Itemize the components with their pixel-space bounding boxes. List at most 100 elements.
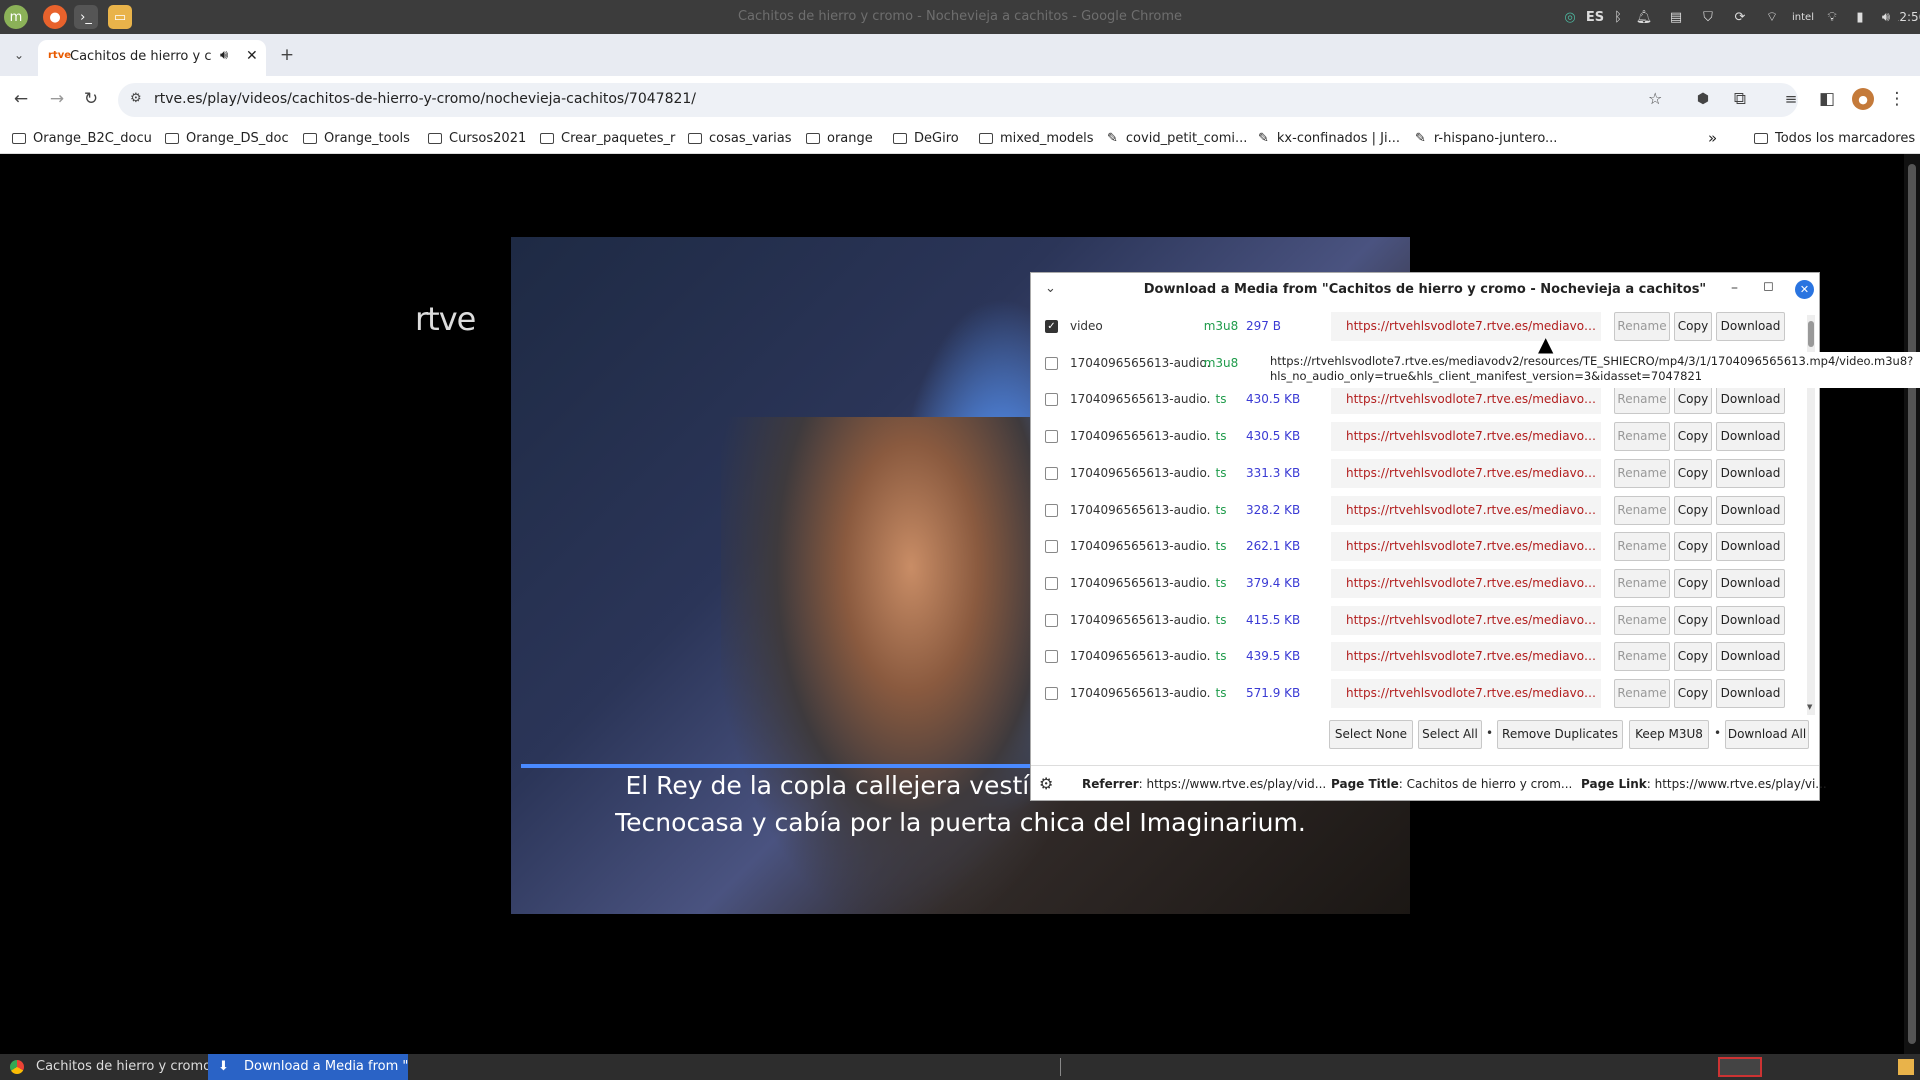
row-checkbox[interactable] bbox=[1045, 650, 1058, 664]
media-url[interactable]: https://rtvehlsvodlote7.rtve.es/mediavod… bbox=[1331, 495, 1601, 525]
bookmark-link[interactable]: ✎ covid_petit_comi... bbox=[1107, 128, 1247, 148]
row-checkbox[interactable] bbox=[1045, 393, 1058, 407]
download-button[interactable]: Download bbox=[1716, 458, 1785, 488]
media-url[interactable]: https://rtvehlsvodlote7.rtve.es/mediavod… bbox=[1331, 312, 1601, 341]
rename-button[interactable]: Rename bbox=[1614, 385, 1670, 415]
url-text[interactable]: rtve.es/play/videos/cachitos-de-hierro-y… bbox=[154, 91, 696, 107]
keyboard-layout[interactable]: ES bbox=[1582, 7, 1608, 27]
side-panel-icon[interactable]: ◧ bbox=[1816, 88, 1838, 110]
download-button[interactable]: Download bbox=[1716, 495, 1785, 525]
row-checkbox[interactable] bbox=[1045, 356, 1058, 370]
wifi-icon[interactable]: ⌔ bbox=[1762, 7, 1782, 27]
media-url[interactable]: https://rtvehlsvodlote7.rtve.es/mediavod… bbox=[1331, 385, 1601, 415]
bookmark-folder[interactable]: cosas_varias bbox=[688, 128, 791, 148]
rename-button[interactable]: Rename bbox=[1614, 312, 1670, 341]
select-none-button[interactable]: Select None bbox=[1329, 720, 1413, 749]
tab-search-icon[interactable]: ⌄ bbox=[8, 44, 30, 66]
rename-button[interactable]: Rename bbox=[1614, 458, 1670, 488]
select-all-button[interactable]: Select All bbox=[1418, 720, 1482, 749]
rename-button[interactable]: Rename bbox=[1614, 422, 1670, 452]
bookmarks-overflow-button[interactable]: » bbox=[1708, 128, 1717, 148]
copy-button[interactable]: Copy bbox=[1674, 422, 1712, 452]
remove-duplicates-button[interactable]: Remove Duplicates bbox=[1497, 720, 1623, 749]
browser-tab[interactable]: rtve Cachitos de hierro y crom 🔊︎ ✕ bbox=[38, 40, 266, 76]
bookmark-folder[interactable]: DeGiro bbox=[893, 128, 959, 148]
workspace-switcher[interactable] bbox=[1718, 1057, 1762, 1077]
download-button[interactable]: Download bbox=[1716, 532, 1785, 562]
row-checkbox[interactable] bbox=[1045, 430, 1058, 444]
site-info-icon[interactable]: ⚙ bbox=[130, 91, 142, 106]
battery-icon[interactable]: ▮ bbox=[1850, 7, 1870, 27]
copy-button[interactable]: Copy bbox=[1674, 642, 1712, 672]
close-tab-icon[interactable]: ✕ bbox=[246, 48, 258, 64]
row-checkbox[interactable] bbox=[1045, 576, 1058, 590]
download-button[interactable]: Download bbox=[1716, 679, 1785, 708]
sync-icon[interactable]: ◎ bbox=[1560, 7, 1580, 27]
copy-button[interactable]: Copy bbox=[1674, 532, 1712, 562]
address-bar[interactable]: ⚙ rtve.es/play/videos/cachitos-de-hierro… bbox=[118, 83, 1798, 117]
close-dialog-icon[interactable]: ✕ bbox=[1795, 280, 1814, 299]
copy-button[interactable]: Copy bbox=[1674, 679, 1712, 708]
update-icon[interactable]: ⟳ bbox=[1730, 7, 1750, 27]
reload-icon[interactable]: ↻ bbox=[80, 88, 102, 110]
bookmark-link[interactable]: ✎ r-hispano-juntero... bbox=[1415, 128, 1557, 148]
bookmark-star-icon[interactable]: ☆ bbox=[1648, 89, 1662, 108]
forward-icon[interactable]: → bbox=[46, 88, 68, 110]
bookmark-folder[interactable]: Cursos2021 bbox=[428, 128, 526, 148]
audio-playing-icon[interactable]: 🔊︎ bbox=[220, 48, 228, 63]
list-scrollbar-thumb[interactable] bbox=[1808, 321, 1814, 347]
maximize-icon[interactable]: ◻ bbox=[1763, 279, 1774, 294]
volume-icon[interactable]: 🔊︎ bbox=[1876, 7, 1896, 27]
bookmark-link[interactable]: ✎ kx-confinados | Ji... bbox=[1258, 128, 1400, 148]
download-button[interactable]: Download bbox=[1716, 642, 1785, 672]
page-scrollbar[interactable] bbox=[1904, 154, 1920, 1054]
notifications-icon[interactable]: 🔔︎ bbox=[1634, 7, 1654, 27]
keep-m3u8-button[interactable]: Keep M3U8 bbox=[1629, 720, 1709, 749]
download-button[interactable]: Download bbox=[1716, 422, 1785, 452]
download-button[interactable]: Download bbox=[1716, 568, 1785, 598]
menu-kebab-icon[interactable]: ⋮ bbox=[1886, 88, 1908, 110]
download-button[interactable]: Download bbox=[1716, 385, 1785, 415]
rename-button[interactable]: Rename bbox=[1614, 532, 1670, 562]
media-url[interactable]: https://rtvehlsvodlote7.rtve.es/mediavod… bbox=[1331, 605, 1601, 635]
row-checkbox[interactable] bbox=[1045, 540, 1058, 554]
copy-button[interactable]: Copy bbox=[1674, 312, 1712, 341]
bookmark-folder[interactable]: Orange_DS_doc bbox=[165, 128, 289, 148]
rename-button[interactable]: Rename bbox=[1614, 605, 1670, 635]
bulb-icon[interactable]: 💡︎ bbox=[1822, 7, 1842, 27]
bookmark-folder[interactable]: orange bbox=[806, 128, 873, 148]
media-url[interactable]: https://rtvehlsvodlote7.rtve.es/mediavod… bbox=[1331, 532, 1601, 562]
copy-button[interactable]: Copy bbox=[1674, 385, 1712, 415]
rename-button[interactable]: Rename bbox=[1614, 568, 1670, 598]
rename-button[interactable]: Rename bbox=[1614, 679, 1670, 708]
media-url[interactable]: https://rtvehlsvodlote7.rtve.es/mediavod… bbox=[1331, 679, 1601, 708]
back-icon[interactable]: ← bbox=[10, 88, 32, 110]
media-url[interactable]: https://rtvehlsvodlote7.rtve.es/mediavod… bbox=[1331, 422, 1601, 452]
media-url[interactable]: https://rtvehlsvodlote7.rtve.es/mediavod… bbox=[1331, 568, 1601, 598]
bluetooth-icon[interactable]: ᛒ bbox=[1608, 7, 1628, 27]
scroll-down-icon[interactable]: ▼ bbox=[1807, 703, 1812, 711]
copy-button[interactable]: Copy bbox=[1674, 568, 1712, 598]
scrollbar-thumb[interactable] bbox=[1908, 164, 1916, 1044]
row-checkbox[interactable]: ✓ bbox=[1045, 320, 1058, 333]
media-url[interactable]: https://rtvehlsvodlote7.rtve.es/mediavod… bbox=[1331, 642, 1601, 672]
minimize-icon[interactable]: – bbox=[1731, 280, 1738, 296]
show-desktop-icon[interactable] bbox=[1898, 1059, 1914, 1075]
download-all-button[interactable]: Download All bbox=[1725, 720, 1809, 749]
copy-button[interactable]: Copy bbox=[1674, 495, 1712, 525]
bookmark-folder[interactable]: mixed_models bbox=[979, 128, 1094, 148]
clock[interactable]: 12:56 bbox=[1898, 7, 1920, 27]
settings-gear-icon[interactable]: ⚙ bbox=[1039, 774, 1053, 793]
download-button[interactable]: Download bbox=[1716, 605, 1785, 635]
copy-button[interactable]: Copy bbox=[1674, 605, 1712, 635]
profile-avatar[interactable]: ● bbox=[1852, 88, 1874, 110]
bookmark-folder[interactable]: Orange_B2C_docu bbox=[12, 128, 152, 148]
row-checkbox[interactable] bbox=[1045, 687, 1058, 700]
new-tab-icon[interactable]: + bbox=[276, 44, 298, 66]
row-checkbox[interactable] bbox=[1045, 466, 1058, 480]
taskbar-item-dialog[interactable]: ⬇ Download a Media from "C... bbox=[208, 1054, 408, 1080]
media-url[interactable]: https://rtvehlsvodlote7.rtve.es/mediavod… bbox=[1331, 458, 1601, 488]
extensions-puzzle-icon[interactable]: ⧉ bbox=[1729, 88, 1751, 110]
row-checkbox[interactable] bbox=[1045, 613, 1058, 627]
bookmark-folder[interactable]: Crear_paquetes_r bbox=[540, 128, 675, 148]
